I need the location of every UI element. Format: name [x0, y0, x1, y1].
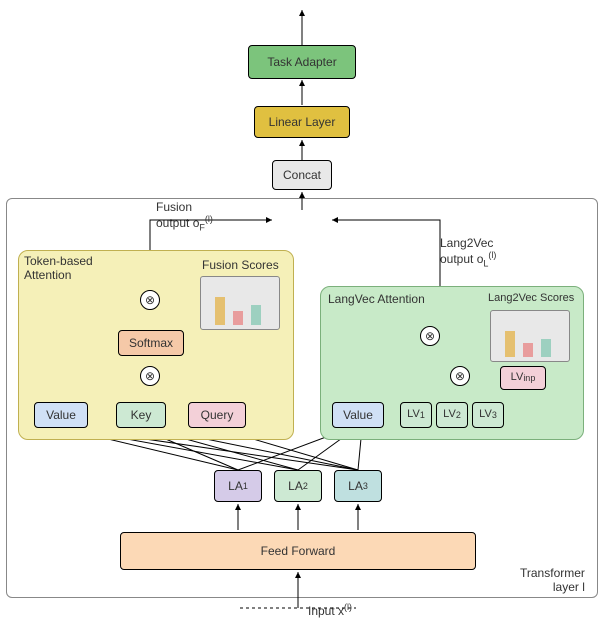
la2-block: LA2: [274, 470, 322, 502]
linear-layer-block: Linear Layer: [254, 106, 350, 138]
la1-block: LA1: [214, 470, 262, 502]
lv1-block: LV1: [400, 402, 432, 428]
langvec-mult-top-icon: ⊗: [420, 326, 440, 346]
fusion-scores-chart: [200, 276, 280, 330]
langvec-mult-mid-icon: ⊗: [450, 366, 470, 386]
query-block: Query: [188, 402, 246, 428]
la3-block: LA3: [334, 470, 382, 502]
feed-forward-block: Feed Forward: [120, 532, 476, 570]
value-block: Value: [34, 402, 88, 428]
concat-block: Concat: [272, 160, 332, 190]
langvec-value-block: Value: [332, 402, 384, 428]
softmax-block: Softmax: [118, 330, 184, 356]
langvec-attention-title: LangVec Attention: [328, 292, 425, 306]
input-label: Input x(l): [308, 602, 352, 618]
key-block: Key: [116, 402, 166, 428]
lang2vec-scores-chart: [490, 310, 570, 362]
mult-bottom-icon: ⊗: [140, 366, 160, 386]
lang2vec-scores-label: Lang2Vec Scores: [488, 292, 574, 304]
fusion-scores-label: Fusion Scores: [202, 258, 279, 272]
mult-top-icon: ⊗: [140, 290, 160, 310]
transformer-layer-label: Transformer layer l: [520, 566, 585, 594]
token-attention-title: Token-based Attention: [24, 254, 93, 282]
lv3-block: LV3: [472, 402, 504, 428]
lv2-block: LV2: [436, 402, 468, 428]
task-adapter-block: Task Adapter: [248, 45, 356, 79]
lang2vec-output-label: Lang2Vec output oL(l): [440, 236, 496, 268]
lvinp-block: LVinp: [500, 366, 546, 390]
fusion-output-label: Fusion output oF(l): [156, 200, 213, 232]
